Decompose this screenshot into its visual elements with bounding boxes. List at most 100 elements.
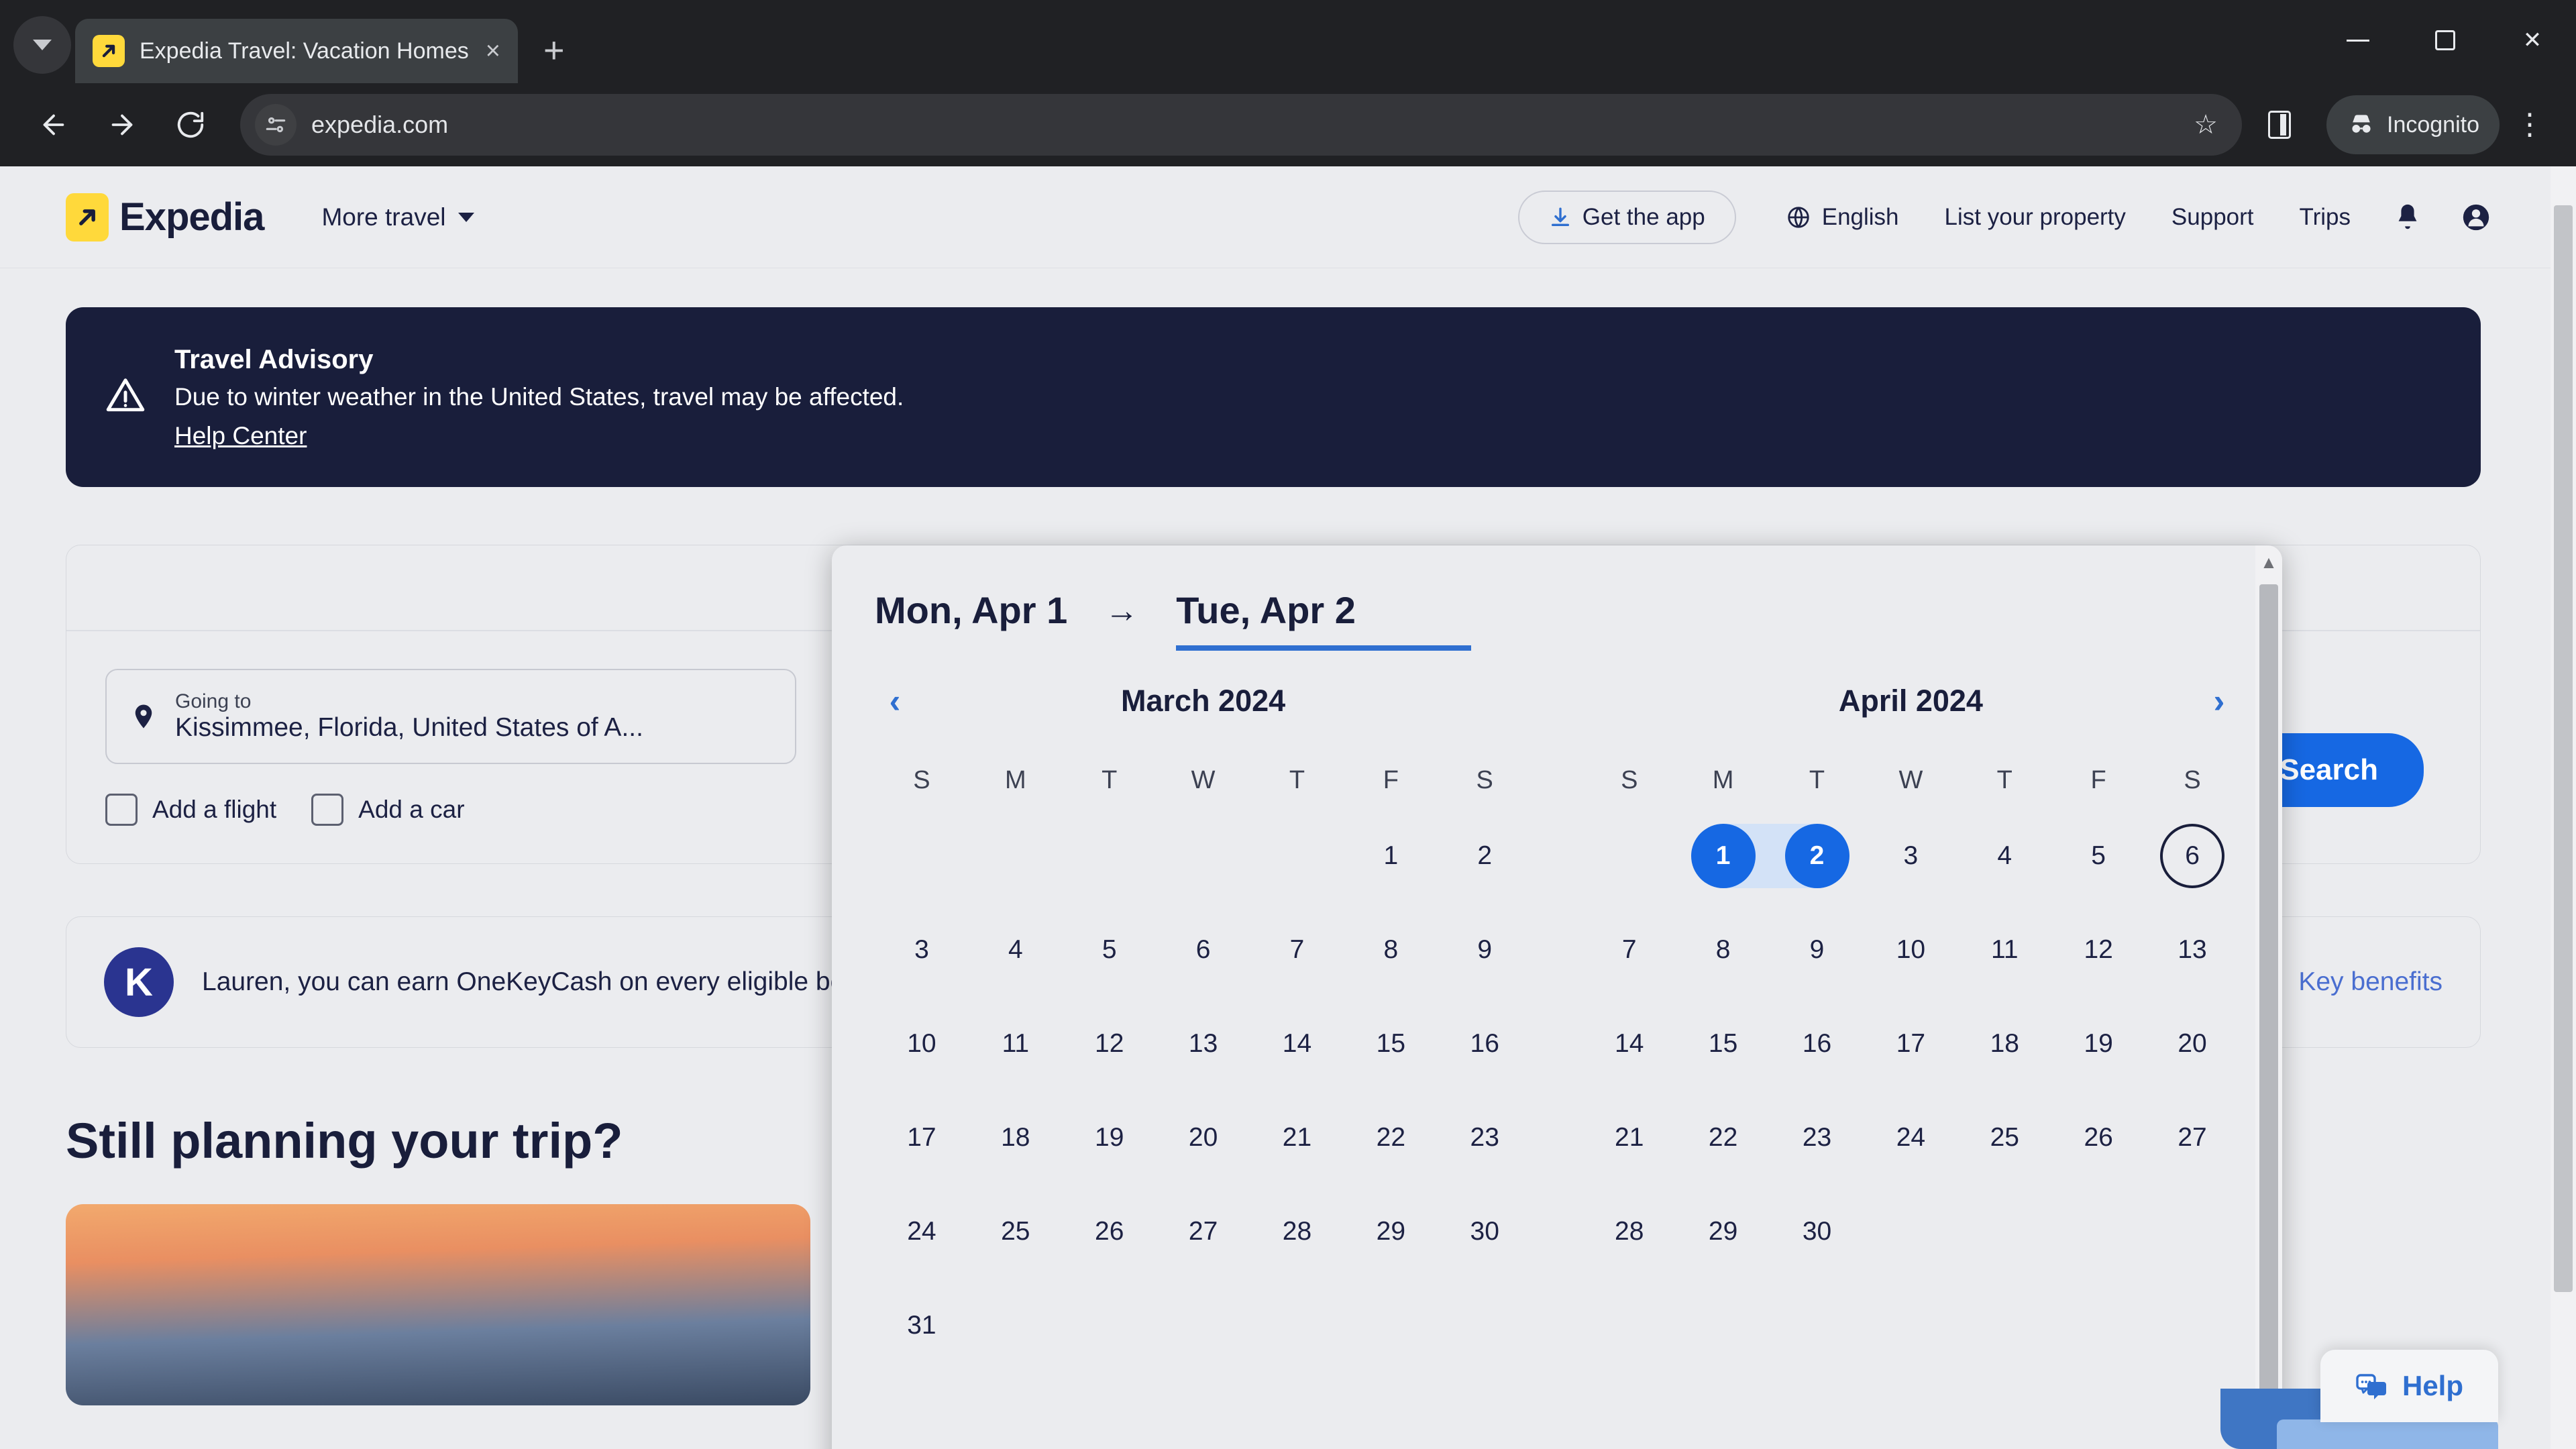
- day-26[interactable]: 26: [1077, 1199, 1142, 1264]
- day-22[interactable]: 22: [1691, 1106, 1756, 1170]
- start-date-display[interactable]: Mon, Apr 1: [875, 588, 1067, 645]
- day-cell[interactable]: 12: [2051, 903, 2145, 997]
- day-cell[interactable]: 25: [1957, 1091, 2051, 1185]
- bookmark-star-icon[interactable]: ☆: [2194, 109, 2218, 140]
- scrollbar-thumb[interactable]: [2259, 584, 2278, 1449]
- day-cell[interactable]: 31: [875, 1279, 969, 1373]
- day-cell[interactable]: 24: [1864, 1091, 1957, 1185]
- day-6[interactable]: 6: [1171, 918, 1236, 982]
- day-cell[interactable]: 5: [2051, 809, 2145, 903]
- day-cell[interactable]: 21: [1582, 1091, 1676, 1185]
- day-4[interactable]: 4: [983, 918, 1048, 982]
- day-15[interactable]: 15: [1358, 1012, 1423, 1076]
- day-12[interactable]: 12: [1077, 1012, 1142, 1076]
- day-cell[interactable]: 23: [1770, 1091, 1864, 1185]
- day-3[interactable]: 3: [1878, 824, 1943, 888]
- maximize-button[interactable]: [2402, 12, 2489, 68]
- page-scrollbar-thumb[interactable]: [2554, 205, 2573, 1292]
- day-cell[interactable]: 3: [875, 903, 969, 997]
- window-close-button[interactable]: ✕: [2489, 12, 2576, 68]
- day-cell[interactable]: 20: [2145, 997, 2239, 1091]
- day-16[interactable]: 16: [1785, 1012, 1849, 1076]
- day-cell[interactable]: 17: [875, 1091, 969, 1185]
- day-cell[interactable]: 29: [1676, 1185, 1770, 1279]
- day-27[interactable]: 27: [1171, 1199, 1236, 1264]
- day-cell[interactable]: 30: [1438, 1185, 1532, 1279]
- day-29[interactable]: 29: [1691, 1199, 1756, 1264]
- account-button[interactable]: [2442, 202, 2510, 233]
- day-cell[interactable]: 7: [1582, 903, 1676, 997]
- new-tab-button[interactable]: +: [543, 32, 565, 68]
- day-cell[interactable]: 11: [1957, 903, 2051, 997]
- day-17[interactable]: 17: [890, 1106, 954, 1170]
- language-selector[interactable]: English: [1763, 204, 1922, 231]
- day-cell[interactable]: 1: [1676, 809, 1770, 903]
- day-13[interactable]: 13: [2160, 918, 2224, 982]
- site-settings-icon[interactable]: [255, 104, 297, 146]
- end-date-display[interactable]: Tue, Apr 2: [1176, 588, 1472, 651]
- side-panel-button[interactable]: [2249, 94, 2310, 156]
- day-28[interactable]: 28: [1597, 1199, 1662, 1264]
- day-cell[interactable]: 21: [1250, 1091, 1344, 1185]
- day-7[interactable]: 7: [1265, 918, 1329, 982]
- day-cell[interactable]: 13: [1157, 997, 1250, 1091]
- day-10[interactable]: 10: [890, 1012, 954, 1076]
- day-cell[interactable]: 13: [2145, 903, 2239, 997]
- day-14[interactable]: 14: [1597, 1012, 1662, 1076]
- day-cell[interactable]: 26: [1063, 1185, 1157, 1279]
- day-11[interactable]: 11: [1972, 918, 2037, 982]
- reload-button[interactable]: [160, 94, 221, 156]
- day-cell[interactable]: 10: [875, 997, 969, 1091]
- day-31[interactable]: 31: [890, 1293, 954, 1358]
- day-23[interactable]: 23: [1785, 1106, 1849, 1170]
- day-6[interactable]: 6: [2160, 824, 2225, 888]
- day-25[interactable]: 25: [1972, 1106, 2037, 1170]
- day-cell[interactable]: 22: [1676, 1091, 1770, 1185]
- day-cell[interactable]: 24: [875, 1185, 969, 1279]
- day-12[interactable]: 12: [2066, 918, 2131, 982]
- day-26[interactable]: 26: [2066, 1106, 2131, 1170]
- day-cell[interactable]: 11: [969, 997, 1063, 1091]
- day-cell[interactable]: 25: [969, 1185, 1063, 1279]
- day-cell[interactable]: 16: [1438, 997, 1532, 1091]
- notifications-button[interactable]: [2373, 202, 2442, 233]
- day-14[interactable]: 14: [1265, 1012, 1329, 1076]
- scroll-up-arrow-icon[interactable]: ▲: [2255, 545, 2282, 579]
- close-icon[interactable]: ×: [486, 38, 500, 64]
- day-cell[interactable]: 30: [1770, 1185, 1864, 1279]
- add-a-car-checkbox[interactable]: Add a car: [311, 794, 465, 826]
- key-benefits-link[interactable]: Key benefits: [2298, 967, 2443, 997]
- day-5[interactable]: 5: [1077, 918, 1142, 982]
- day-20[interactable]: 20: [1171, 1106, 1236, 1170]
- day-2[interactable]: 2: [1784, 824, 1849, 888]
- day-21[interactable]: 21: [1597, 1106, 1662, 1170]
- day-18[interactable]: 18: [983, 1106, 1048, 1170]
- day-cell[interactable]: 19: [1063, 1091, 1157, 1185]
- day-cell[interactable]: 27: [2145, 1091, 2239, 1185]
- add-a-flight-checkbox[interactable]: Add a flight: [105, 794, 276, 826]
- day-2[interactable]: 2: [1452, 824, 1517, 888]
- day-cell[interactable]: 9: [1438, 903, 1532, 997]
- day-23[interactable]: 23: [1452, 1106, 1517, 1170]
- day-20[interactable]: 20: [2160, 1012, 2224, 1076]
- back-button[interactable]: [23, 94, 85, 156]
- day-cell[interactable]: 8: [1344, 903, 1438, 997]
- date-picker-scrollbar[interactable]: ▲ ▼: [2255, 545, 2282, 1449]
- day-cell[interactable]: 2: [1438, 809, 1532, 903]
- going-to-field[interactable]: Going to Kissimmee, Florida, United Stat…: [105, 669, 796, 764]
- day-18[interactable]: 18: [1972, 1012, 2037, 1076]
- day-cell[interactable]: 26: [2051, 1091, 2145, 1185]
- day-cell[interactable]: 19: [2051, 997, 2145, 1091]
- day-17[interactable]: 17: [1878, 1012, 1943, 1076]
- day-4[interactable]: 4: [1972, 824, 2037, 888]
- day-cell[interactable]: 28: [1250, 1185, 1344, 1279]
- day-5[interactable]: 5: [2066, 824, 2131, 888]
- day-8[interactable]: 8: [1691, 918, 1756, 982]
- more-travel-menu[interactable]: More travel: [321, 203, 474, 231]
- day-cell[interactable]: 15: [1676, 997, 1770, 1091]
- day-3[interactable]: 3: [890, 918, 954, 982]
- day-cell[interactable]: 4: [969, 903, 1063, 997]
- minimize-button[interactable]: [2314, 12, 2402, 68]
- day-9[interactable]: 9: [1785, 918, 1849, 982]
- day-cell[interactable]: 15: [1344, 997, 1438, 1091]
